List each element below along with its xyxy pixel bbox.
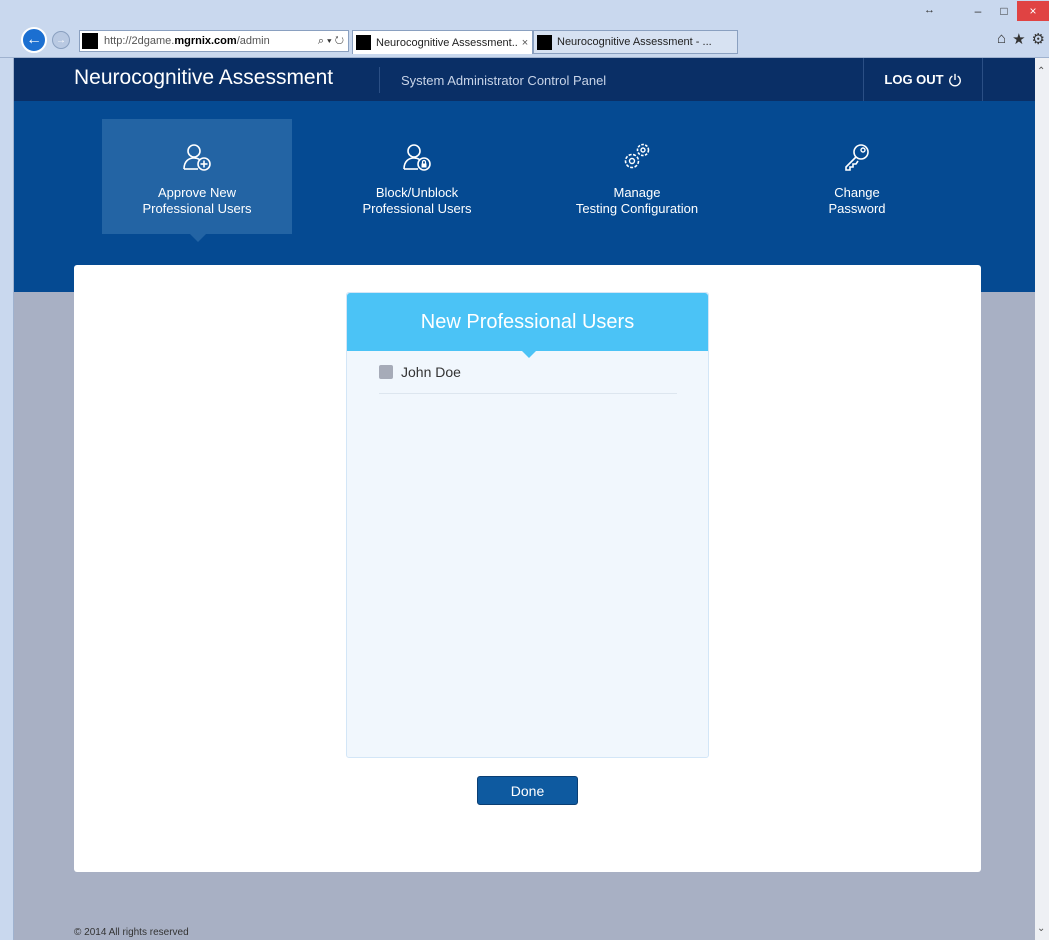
gears-icon <box>624 143 650 169</box>
nav-label-line2: Password <box>828 201 886 216</box>
tab-favicon <box>537 34 552 50</box>
tab-close-icon[interactable]: × <box>518 37 532 49</box>
list-item[interactable]: John Doe <box>379 363 677 394</box>
browser-tab[interactable]: Neurocognitive Assessment - ... <box>533 30 738 54</box>
maximize-button[interactable]: □ <box>991 1 1017 21</box>
tab-favicon <box>356 35 371 50</box>
content-card: New Professional Users John Doe Done <box>74 265 981 872</box>
key-icon <box>845 144 869 171</box>
app-header: Neurocognitive Assessment System Adminis… <box>14 58 1035 101</box>
forward-button[interactable]: → <box>52 31 70 49</box>
nav-label-line2: Professional Users <box>362 201 472 216</box>
address-url[interactable]: http://2dgame.mgrnix.com/admin <box>104 35 318 47</box>
arrow-right-icon: → <box>56 34 66 46</box>
browser-chrome: ↔ – □ × ← → http://2dgame.mgrnix.com/adm… <box>0 0 1049 58</box>
user-lock-icon <box>403 144 431 171</box>
nav-label-line1: Approve New <box>157 185 237 200</box>
scroll-up-icon[interactable]: ⌃ <box>1037 66 1045 77</box>
admin-nav: Approve New Professional Users Block/Unb… <box>14 101 1035 292</box>
browser-tab-active[interactable]: Neurocognitive Assessment... × <box>352 30 533 54</box>
logout-label: LOG OUT <box>884 72 944 87</box>
nav-manage-testing[interactable]: Manage Testing Configuration <box>542 119 732 234</box>
nav-block-users[interactable]: Block/Unblock Professional Users <box>322 119 512 234</box>
user-add-icon <box>183 144 211 171</box>
user-checkbox[interactable] <box>379 365 393 379</box>
address-tools[interactable]: ⌕ ▾ ↻ <box>318 35 348 48</box>
header-divider <box>379 67 380 93</box>
footer-copyright: © 2014 All rights reserved <box>74 927 189 938</box>
user-name: John Doe <box>401 364 461 380</box>
window-controls: – □ × <box>965 0 1049 22</box>
nav-change-password[interactable]: Change Password <box>762 119 952 234</box>
nav-label-line1: Change <box>834 185 880 200</box>
logout-button[interactable]: LOG OUT <box>863 58 983 101</box>
resize-icon[interactable]: ↔ <box>924 4 935 16</box>
home-icon[interactable]: ⌂ <box>997 30 1006 48</box>
tab-title: Neurocognitive Assessment... <box>376 36 518 49</box>
arrow-left-icon: ← <box>26 31 42 48</box>
nav-approve-users[interactable]: Approve New Professional Users <box>102 119 292 242</box>
close-window-button[interactable]: × <box>1017 1 1049 21</box>
gear-icon[interactable]: ⚙ <box>1032 30 1045 48</box>
done-button[interactable]: Done <box>477 776 578 805</box>
power-icon <box>948 73 961 86</box>
browser-toolbar-icons: ⌂ ★ ⚙ <box>997 30 1045 48</box>
minimize-button[interactable]: – <box>965 1 991 21</box>
nav-label-line1: Block/Unblock <box>375 185 459 200</box>
site-favicon <box>82 33 98 49</box>
nav-label-line2: Professional Users <box>142 201 252 216</box>
back-button[interactable]: ← <box>21 27 47 53</box>
nav-label-line2: Testing Configuration <box>575 201 699 216</box>
app-subtitle: System Administrator Control Panel <box>401 73 607 88</box>
star-icon[interactable]: ★ <box>1012 30 1025 48</box>
tab-title: Neurocognitive Assessment - ... <box>557 36 712 48</box>
window-frame <box>0 58 14 940</box>
scroll-down-icon[interactable]: ⌄ <box>1037 923 1045 934</box>
new-users-panel: New Professional Users John Doe <box>346 292 709 758</box>
panel-title: New Professional Users <box>347 293 708 358</box>
address-bar[interactable]: http://2dgame.mgrnix.com/admin ⌕ ▾ ↻ <box>79 30 349 52</box>
vertical-scrollbar[interactable]: ⌃ ⌄ <box>1035 58 1049 940</box>
nav-label-line1: Manage <box>613 185 661 200</box>
app-title: Neurocognitive Assessment <box>74 66 334 89</box>
